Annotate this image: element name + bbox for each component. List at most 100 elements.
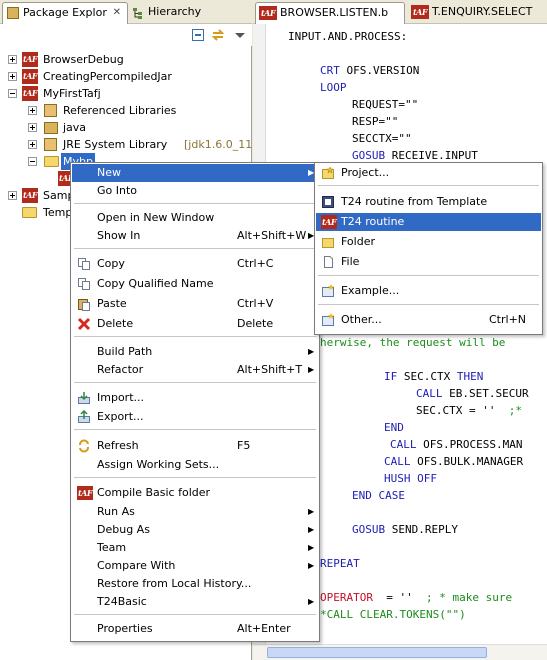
taf-icon: tAF (22, 86, 38, 101)
code-line: CRT OFS.VERSION (320, 62, 419, 79)
code-line: INPUT.AND.PROCESS: (288, 30, 408, 43)
menu-item-label: New (97, 166, 121, 179)
menu-item-t24basic[interactable]: T24Basic ▶ (72, 593, 318, 611)
menu-item-export[interactable]: Export... (72, 408, 318, 426)
menu-separator (74, 336, 316, 337)
expand-icon[interactable] (28, 106, 37, 115)
tree-item-label: Temp (43, 206, 73, 219)
template-icon (321, 195, 335, 209)
menu-item-restore-from-local-history[interactable]: Restore from Local History... (72, 575, 318, 593)
other-wizard-icon (321, 313, 335, 327)
menu-item-copy[interactable]: Copy Ctrl+C (72, 255, 318, 273)
export-icon (77, 409, 91, 424)
collapse-icon[interactable] (28, 157, 37, 166)
jar-icon (44, 104, 57, 117)
left-view-tab-bar: Package Explor ✕ Hierarchy (0, 0, 252, 24)
submenu-item-other[interactable]: Other... Ctrl+N (316, 311, 541, 329)
tree-item-label: Referenced Libraries (63, 104, 177, 117)
collapse-all-icon[interactable] (190, 27, 206, 43)
menu-shortcut: Ctrl+N (489, 313, 527, 326)
submenu-item-t24-routine[interactable]: tAF T24 routine (316, 213, 541, 231)
menu-item-label: Export... (97, 410, 144, 423)
code-keyword: HUSH (384, 472, 411, 485)
scrollbar-thumb[interactable] (267, 647, 487, 658)
horizontal-scrollbar[interactable] (253, 644, 547, 660)
tab-package-explorer[interactable]: Package Explor ✕ (2, 2, 128, 24)
code-line: CALL OFS.PROCESS.MAN (390, 436, 522, 453)
menu-item-label: Paste (97, 297, 127, 310)
jar-icon (44, 138, 57, 151)
menu-item-paste[interactable]: Paste Ctrl+V (72, 295, 318, 313)
menu-item-refactor[interactable]: Refactor Alt+Shift+T ▶ (72, 361, 318, 379)
submenu-item-file[interactable]: File (316, 253, 541, 271)
code-keyword: OFF (410, 472, 437, 485)
menu-item-open-in-new-window[interactable]: Open in New Window (72, 209, 318, 227)
menu-item-label: Properties (97, 622, 153, 635)
delete-icon (77, 317, 91, 331)
menu-item-team[interactable]: Team ▶ (72, 539, 318, 557)
code-comment: herwise, the request will be (320, 336, 506, 349)
code-line: END (384, 421, 404, 434)
new-submenu: Project... T24 routine from Template tAF… (314, 162, 543, 335)
submenu-item-t24-routine-from-template[interactable]: T24 routine from Template (316, 193, 541, 211)
menu-item-label: File (341, 255, 360, 268)
code-keyword: CALL (384, 455, 411, 468)
menu-item-properties[interactable]: Properties Alt+Enter (72, 620, 318, 638)
collapse-icon[interactable] (8, 89, 17, 98)
menu-item-compile-basic-folder[interactable]: tAF Compile Basic folder (72, 484, 318, 502)
submenu-arrow-icon: ▶ (308, 543, 315, 552)
tree-item-routine[interactable]: tAF (40, 170, 74, 187)
menu-separator (74, 477, 316, 478)
view-menu-icon[interactable] (232, 27, 248, 43)
taf-icon: tAF (77, 486, 93, 500)
tab-t-enquiry-select[interactable]: tAF T.ENQUIRY.SELECT (408, 2, 547, 24)
code-text: RECEIVE.INPUT (385, 149, 478, 162)
code-text: SEC.CTX (397, 370, 457, 383)
menu-item-debug-as[interactable]: Debug As ▶ (72, 521, 318, 539)
expand-icon[interactable] (8, 191, 17, 200)
code-line: RESP="" (352, 115, 399, 128)
code-keyword: THEN (456, 370, 484, 383)
menu-item-compare-with[interactable]: Compare With ▶ (72, 557, 318, 575)
expand-icon[interactable] (28, 123, 37, 132)
code-text: OFS.BULK.MANAGER (410, 455, 524, 468)
code-text: SEND.REPLY (385, 523, 458, 536)
copy-icon (77, 257, 91, 271)
expand-icon[interactable] (8, 72, 17, 81)
menu-separator (74, 614, 316, 615)
expand-icon[interactable] (28, 140, 37, 149)
folder-icon (22, 207, 37, 218)
submenu-item-project[interactable]: Project... (316, 164, 541, 182)
close-icon[interactable]: ✕ (113, 3, 121, 23)
menu-item-delete[interactable]: Delete Delete (72, 315, 318, 333)
menu-item-refresh[interactable]: Refresh F5 (72, 437, 318, 455)
menu-item-label: Import... (97, 391, 144, 404)
submenu-item-example[interactable]: Example... (316, 282, 541, 300)
code-line: SECCTX="" (352, 132, 412, 145)
menu-item-label: Other... (341, 313, 382, 326)
menu-item-label: Go Into (97, 184, 138, 197)
menu-item-show-in[interactable]: Show In Alt+Shift+W ▶ (72, 227, 318, 245)
menu-item-copy-qualified-name[interactable]: Copy Qualified Name (72, 275, 318, 293)
menu-item-new[interactable]: New ▶ (72, 164, 318, 182)
expand-icon[interactable] (8, 55, 17, 64)
submenu-item-folder[interactable]: Folder (316, 233, 541, 251)
code-keyword: CALL (416, 387, 443, 400)
submenu-arrow-icon: ▶ (308, 561, 315, 570)
menu-item-import[interactable]: Import... (72, 389, 318, 407)
menu-item-run-as[interactable]: Run As ▶ (72, 503, 318, 521)
tab-package-explorer-label: Package Explor (23, 6, 107, 19)
menu-item-label: Restore from Local History... (97, 577, 252, 590)
code-keyword: CRT (320, 64, 340, 77)
menu-item-label: Copy Qualified Name (97, 277, 214, 290)
tab-hierarchy[interactable]: Hierarchy (128, 2, 208, 24)
import-icon (77, 391, 91, 405)
link-with-editor-icon[interactable] (210, 27, 226, 43)
menu-shortcut: Alt+Shift+T (237, 363, 303, 376)
code-text: EB.SET.SECUR (442, 387, 529, 400)
menu-item-assign-working-sets[interactable]: Assign Working Sets... (72, 456, 318, 474)
menu-item-build-path[interactable]: Build Path ▶ (72, 343, 318, 361)
menu-item-go-into[interactable]: Go Into (72, 182, 318, 200)
submenu-arrow-icon: ▶ (308, 525, 315, 534)
tab-browser-listen[interactable]: tAF BROWSER.LISTEN.b (255, 2, 405, 24)
